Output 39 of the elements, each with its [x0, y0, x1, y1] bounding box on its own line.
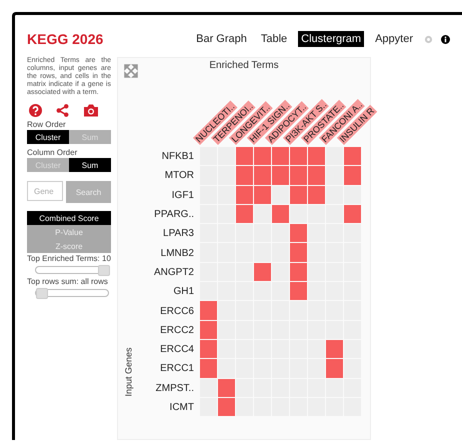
gene-label: ERCC2 [159, 324, 195, 336]
expand-icon[interactable] [124, 64, 138, 78]
gear-icon[interactable] [424, 34, 433, 44]
score-option[interactable]: Combined Score [27, 211, 111, 225]
axis-label: Input Genes [124, 348, 134, 397]
slider-track[interactable] [35, 289, 109, 297]
slider-label: Top rows sum: all rows [27, 277, 109, 286]
gene-label: ANGPT2 [152, 266, 195, 278]
chart-title: Enriched Terms [209, 60, 279, 71]
nav-tab[interactable]: Table [258, 31, 290, 47]
gene-label: ERCC4 [159, 344, 195, 356]
slider-thumb[interactable] [36, 288, 48, 299]
slider-label: Top Enriched Terms: 10 [27, 254, 111, 263]
gene-label: GH1 [172, 286, 195, 298]
gene-label: IGF1 [170, 190, 195, 201]
share-icon[interactable] [56, 104, 69, 116]
nav-tab[interactable]: Clustergram [298, 31, 364, 47]
slider-thumb[interactable] [98, 265, 110, 276]
gene-label: LPAR3 [162, 228, 195, 240]
gene-label: ICMT [168, 402, 195, 413]
gene-search-field[interactable]: Gene [27, 181, 63, 201]
camera-icon[interactable] [83, 103, 99, 117]
gene-label: PPARG.. [153, 209, 195, 220]
order-button[interactable]: Sum [69, 158, 111, 172]
gene-label: ERCC6 [159, 306, 195, 317]
gene-label: NFKB1 [160, 151, 195, 162]
nav-tab[interactable]: Appyter [372, 31, 416, 47]
slider-track[interactable] [35, 266, 109, 274]
order-label: Row Order [27, 120, 67, 129]
gene-label: MTOR [164, 170, 195, 182]
app-title: KEGG 2026 [27, 31, 104, 47]
info-icon[interactable] [441, 34, 450, 44]
order-label: Column Order [27, 148, 78, 157]
gene-label: ZMPST.. [154, 382, 195, 394]
gene-label: ERCC1 [159, 363, 195, 374]
help-icon[interactable] [29, 104, 42, 116]
nav-tab[interactable]: Bar Graph [193, 31, 250, 47]
order-button[interactable]: Cluster [27, 130, 69, 144]
gene-label: LMNB2 [160, 248, 195, 259]
